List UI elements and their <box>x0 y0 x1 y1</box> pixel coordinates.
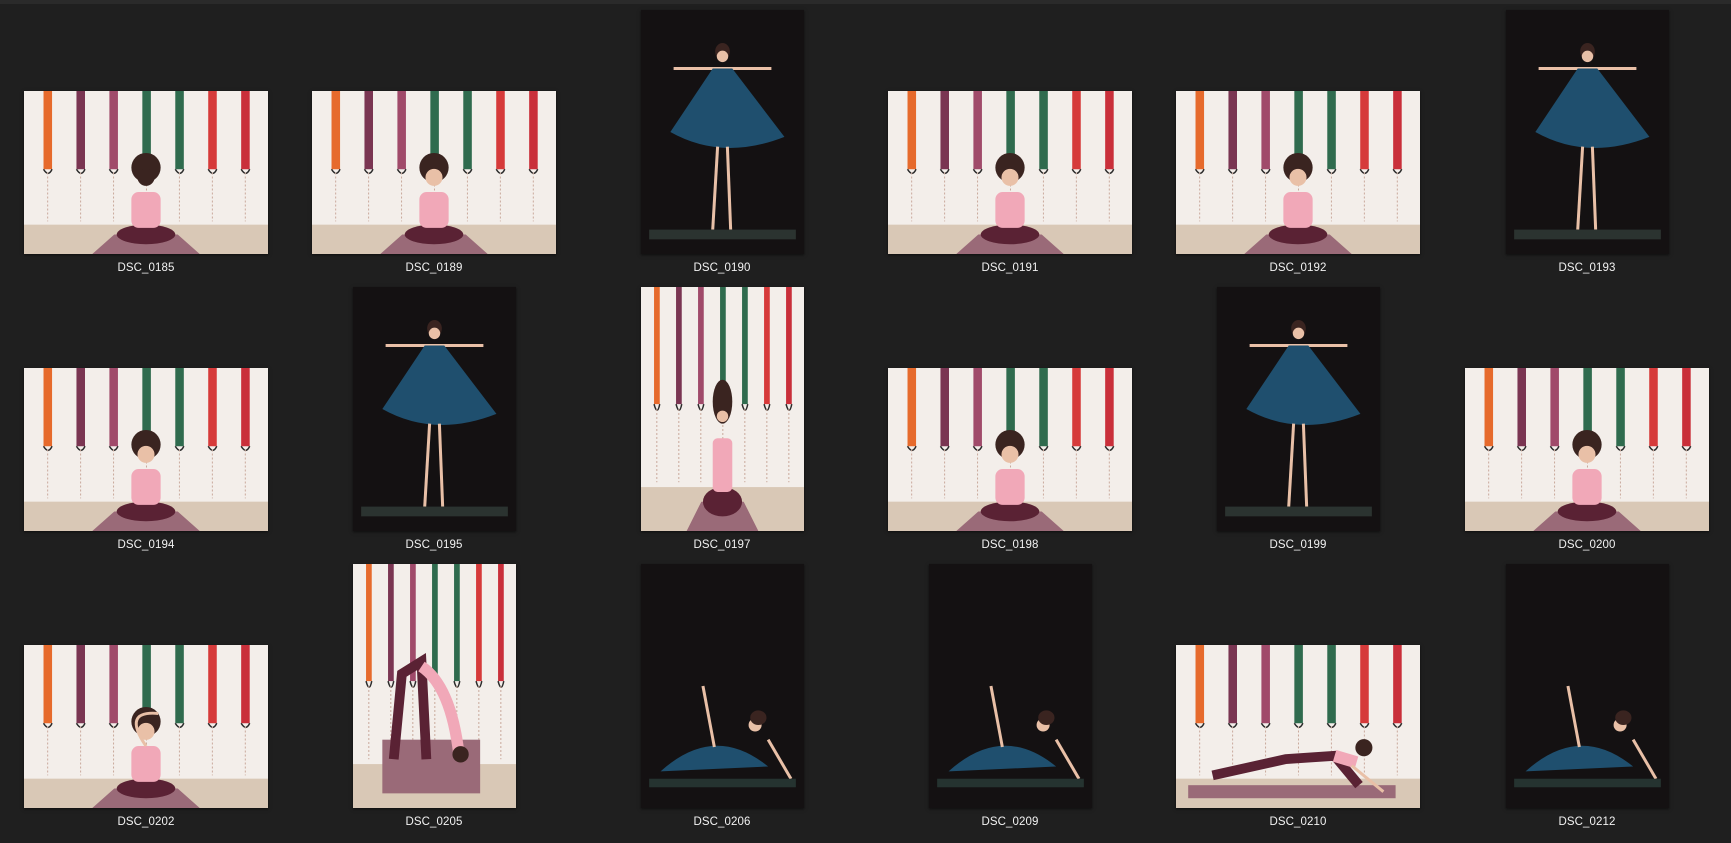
photo-filename[interactable]: DSC_0190 <box>578 262 866 274</box>
photo-thumbnail[interactable] <box>353 564 516 808</box>
photo-filename[interactable]: DSC_0198 <box>866 539 1154 551</box>
photo-thumbnail[interactable] <box>24 645 268 808</box>
photo-thumbnail[interactable] <box>1506 10 1669 254</box>
photo-filename[interactable]: DSC_0191 <box>866 262 1154 274</box>
photo-filename[interactable]: DSC_0185 <box>2 262 290 274</box>
photo-thumbnail[interactable] <box>888 91 1132 254</box>
photo-filename[interactable]: DSC_0202 <box>2 816 290 828</box>
photo-filename[interactable]: DSC_0212 <box>1443 816 1731 828</box>
photo-filename[interactable]: DSC_0210 <box>1154 816 1442 828</box>
photo-filename[interactable]: DSC_0189 <box>290 262 578 274</box>
photo-filename[interactable]: DSC_0200 <box>1443 539 1731 551</box>
photo-filename[interactable]: DSC_0206 <box>578 816 866 828</box>
photo-thumbnail[interactable] <box>24 91 268 254</box>
photo-filename[interactable]: DSC_0205 <box>290 816 578 828</box>
photo-filename[interactable]: DSC_0192 <box>1154 262 1442 274</box>
photo-thumbnail[interactable] <box>353 287 516 531</box>
photo-thumbnail[interactable] <box>641 10 804 254</box>
photo-filename[interactable]: DSC_0209 <box>866 816 1154 828</box>
photo-thumbnail[interactable] <box>1176 91 1420 254</box>
photo-thumbnail[interactable] <box>1176 645 1420 808</box>
photo-filename[interactable]: DSC_0197 <box>578 539 866 551</box>
photo-filename[interactable]: DSC_0193 <box>1443 262 1731 274</box>
photo-thumbnail[interactable] <box>24 368 268 531</box>
photo-thumbnail[interactable] <box>641 287 804 531</box>
window-top-border <box>0 0 1731 4</box>
photo-filename[interactable]: DSC_0195 <box>290 539 578 551</box>
photo-thumbnail[interactable] <box>1506 564 1669 808</box>
photo-thumbnail[interactable] <box>1217 287 1380 531</box>
photo-filename[interactable]: DSC_0199 <box>1154 539 1442 551</box>
photo-filename[interactable]: DSC_0194 <box>2 539 290 551</box>
photo-thumbnail[interactable] <box>641 564 804 808</box>
photo-thumbnail[interactable] <box>312 91 556 254</box>
photo-thumbnail[interactable] <box>929 564 1092 808</box>
photo-thumbnail[interactable] <box>888 368 1132 531</box>
photo-thumbnail[interactable] <box>1465 368 1709 531</box>
